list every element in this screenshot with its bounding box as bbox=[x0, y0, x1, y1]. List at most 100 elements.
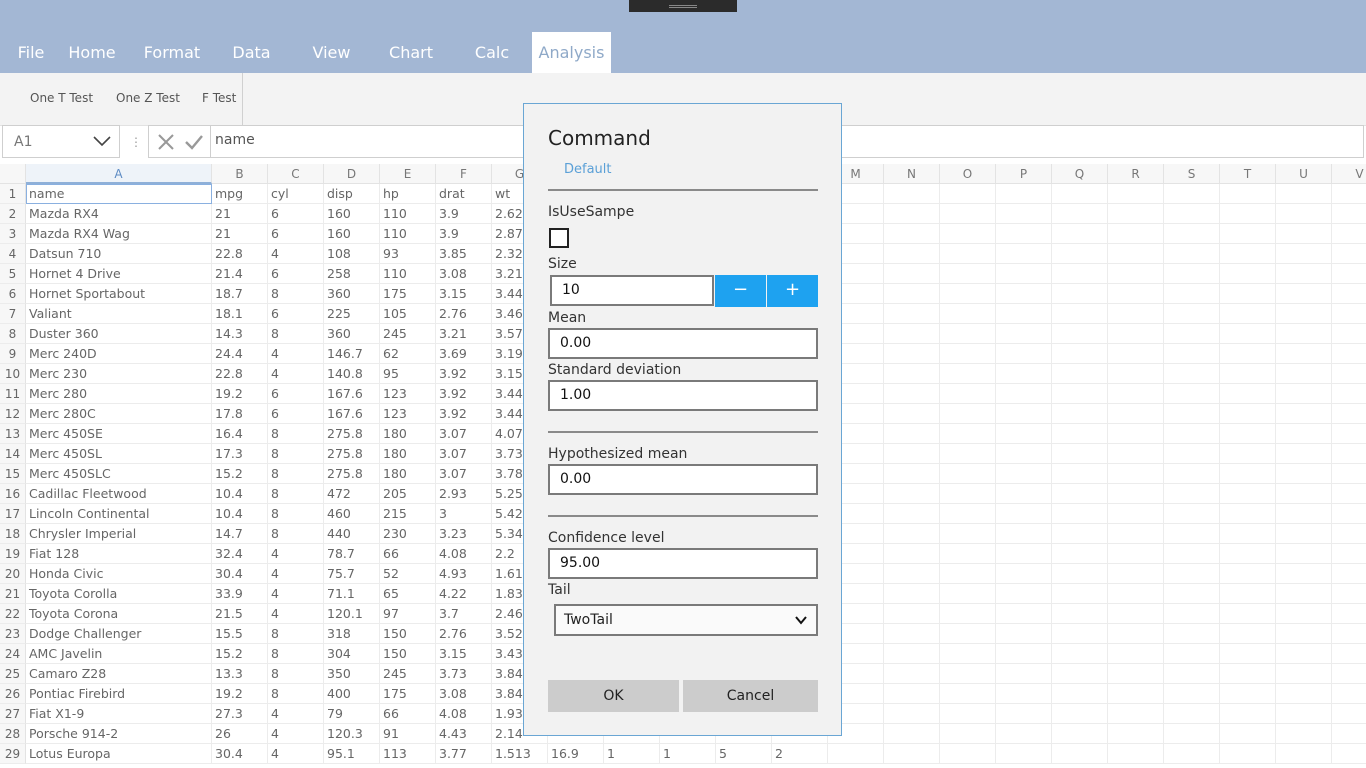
grid-cell[interactable] bbox=[1108, 464, 1164, 484]
row-header[interactable]: 18 bbox=[0, 524, 26, 544]
grid-cell[interactable] bbox=[940, 404, 996, 424]
grid-cell[interactable] bbox=[1108, 724, 1164, 744]
grid-cell[interactable]: 113 bbox=[380, 744, 436, 764]
grid-cell[interactable]: 18.7 bbox=[212, 284, 268, 304]
grid-cell[interactable]: 33.9 bbox=[212, 584, 268, 604]
grid-cell[interactable]: 3.23 bbox=[436, 524, 492, 544]
grid-cell[interactable]: 19.2 bbox=[212, 384, 268, 404]
grid-cell[interactable] bbox=[1108, 484, 1164, 504]
grid-cell[interactable] bbox=[1052, 224, 1108, 244]
grid-cell[interactable] bbox=[1220, 644, 1276, 664]
grid-cell[interactable] bbox=[1164, 704, 1220, 724]
grid-cell[interactable] bbox=[1276, 264, 1332, 284]
grid-cell[interactable] bbox=[884, 664, 940, 684]
grid-cell[interactable]: 150 bbox=[380, 624, 436, 644]
grid-cell[interactable] bbox=[1276, 744, 1332, 764]
grid-cell[interactable] bbox=[1052, 584, 1108, 604]
grid-cell[interactable] bbox=[1332, 544, 1366, 564]
grid-cell[interactable] bbox=[940, 604, 996, 624]
grid-cell[interactable]: 180 bbox=[380, 464, 436, 484]
grid-cell[interactable] bbox=[1276, 224, 1332, 244]
grid-cell[interactable]: 167.6 bbox=[324, 384, 380, 404]
grid-cell[interactable] bbox=[996, 444, 1052, 464]
grid-cell[interactable]: Pontiac Firebird bbox=[26, 684, 212, 704]
row-header[interactable]: 6 bbox=[0, 284, 26, 304]
grid-cell[interactable] bbox=[996, 344, 1052, 364]
grid-cell[interactable] bbox=[1108, 544, 1164, 564]
grid-cell[interactable] bbox=[1332, 364, 1366, 384]
grid-cell[interactable]: 8 bbox=[268, 484, 324, 504]
grid-cell[interactable] bbox=[1052, 344, 1108, 364]
grid-cell[interactable]: 360 bbox=[324, 324, 380, 344]
grid-cell[interactable]: 62 bbox=[380, 344, 436, 364]
grid-cell[interactable] bbox=[1276, 364, 1332, 384]
grid-cell[interactable]: Porsche 914-2 bbox=[26, 724, 212, 744]
grid-cell[interactable]: 245 bbox=[380, 324, 436, 344]
grid-cell[interactable] bbox=[1332, 324, 1366, 344]
grid-cell[interactable] bbox=[1108, 204, 1164, 224]
grid-cell[interactable]: 3.69 bbox=[436, 344, 492, 364]
grid-cell[interactable]: 3.85 bbox=[436, 244, 492, 264]
grid-cell[interactable]: 4 bbox=[268, 364, 324, 384]
chevron-down-icon[interactable] bbox=[91, 130, 113, 152]
grid-cell[interactable] bbox=[940, 564, 996, 584]
row-header[interactable]: 2 bbox=[0, 204, 26, 224]
tail-select[interactable]: TwoTail bbox=[554, 604, 818, 636]
grid-cell[interactable]: 18.1 bbox=[212, 304, 268, 324]
grid-cell[interactable] bbox=[1332, 744, 1366, 764]
grid-cell[interactable] bbox=[1108, 424, 1164, 444]
grid-cell[interactable] bbox=[1220, 504, 1276, 524]
grid-cell[interactable]: 123 bbox=[380, 384, 436, 404]
grid-cell[interactable] bbox=[1332, 564, 1366, 584]
grid-cell[interactable]: 160 bbox=[324, 204, 380, 224]
grid-cell[interactable]: 6 bbox=[268, 224, 324, 244]
grid-cell[interactable] bbox=[884, 524, 940, 544]
grid-cell[interactable]: 8 bbox=[268, 684, 324, 704]
hypothesized-mean-input[interactable]: 0.00 bbox=[548, 464, 818, 495]
row-header[interactable]: 19 bbox=[0, 544, 26, 564]
increment-button[interactable]: + bbox=[767, 275, 818, 307]
grid-cell[interactable] bbox=[1276, 604, 1332, 624]
grid-cell[interactable] bbox=[940, 364, 996, 384]
grid-cell[interactable] bbox=[996, 524, 1052, 544]
grid-cell[interactable]: 4 bbox=[268, 744, 324, 764]
grid-cell[interactable]: 4 bbox=[268, 724, 324, 744]
grid-cell[interactable] bbox=[940, 324, 996, 344]
grid-cell[interactable]: 150 bbox=[380, 644, 436, 664]
grid-cell[interactable] bbox=[884, 504, 940, 524]
grid-cell[interactable]: 66 bbox=[380, 704, 436, 724]
grid-cell[interactable]: 91 bbox=[380, 724, 436, 744]
grid-cell[interactable] bbox=[1332, 184, 1366, 204]
grid-cell[interactable]: 30.4 bbox=[212, 744, 268, 764]
row-header[interactable]: 13 bbox=[0, 424, 26, 444]
column-header-v[interactable]: V bbox=[1332, 164, 1366, 184]
grid-cell[interactable]: 400 bbox=[324, 684, 380, 704]
tab-home[interactable]: Home bbox=[62, 32, 122, 73]
grid-cell[interactable] bbox=[1220, 204, 1276, 224]
grid-cell[interactable] bbox=[1332, 224, 1366, 244]
row-header[interactable]: 22 bbox=[0, 604, 26, 624]
grid-cell[interactable] bbox=[1052, 624, 1108, 644]
grid-cell[interactable] bbox=[1220, 384, 1276, 404]
grid-cell[interactable] bbox=[940, 584, 996, 604]
grid-cell[interactable]: 225 bbox=[324, 304, 380, 324]
grid-cell[interactable]: 108 bbox=[324, 244, 380, 264]
grid-cell[interactable] bbox=[1220, 604, 1276, 624]
column-header-s[interactable]: S bbox=[1164, 164, 1220, 184]
grid-cell[interactable]: 245 bbox=[380, 664, 436, 684]
grid-cell[interactable]: 27.3 bbox=[212, 704, 268, 724]
grid-cell[interactable] bbox=[1108, 564, 1164, 584]
grid-cell[interactable] bbox=[884, 324, 940, 344]
grid-cell[interactable]: 3.15 bbox=[436, 284, 492, 304]
grid-cell[interactable]: 120.3 bbox=[324, 724, 380, 744]
grid-cell[interactable]: 19.2 bbox=[212, 684, 268, 704]
grid-cell[interactable] bbox=[940, 524, 996, 544]
grid-cell[interactable] bbox=[1276, 464, 1332, 484]
grid-cell[interactable] bbox=[1220, 404, 1276, 424]
row-header[interactable]: 16 bbox=[0, 484, 26, 504]
grid-cell[interactable]: 6 bbox=[268, 404, 324, 424]
grid-cell[interactable]: Merc 280 bbox=[26, 384, 212, 404]
grid-cell[interactable]: 3.9 bbox=[436, 204, 492, 224]
grid-cell[interactable] bbox=[1276, 724, 1332, 744]
grid-cell[interactable]: 4 bbox=[268, 584, 324, 604]
